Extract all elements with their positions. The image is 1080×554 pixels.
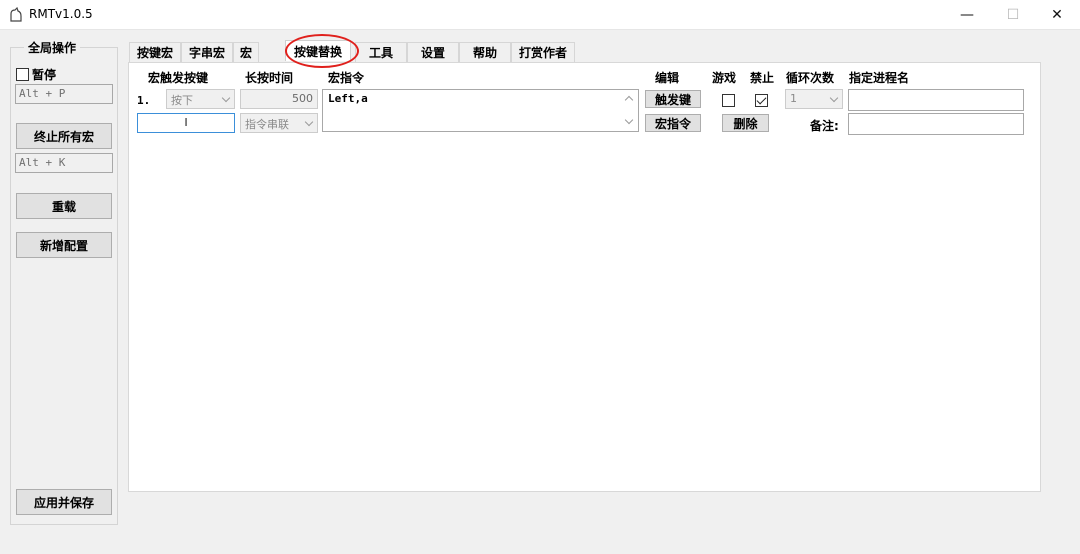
- stop-hotkey-field[interactable]: Alt + K: [15, 153, 113, 173]
- header-trigger-key: 宏触发按键: [148, 71, 209, 85]
- global-ops-panel: [10, 47, 118, 525]
- remark-label: 备注:: [810, 119, 839, 133]
- apply-and-save-button[interactable]: 应用并保存: [16, 489, 112, 515]
- command-mode-value: 指令串联: [245, 118, 289, 131]
- stop-all-macros-button[interactable]: 终止所有宏: [16, 123, 112, 149]
- trigger-mode-select[interactable]: 按下: [166, 89, 235, 109]
- chevron-down-icon: [221, 93, 231, 103]
- scroll-down-icon[interactable]: [624, 115, 634, 125]
- reload-button[interactable]: 重载: [16, 193, 112, 219]
- game-checkbox[interactable]: [722, 94, 735, 107]
- macro-command-button[interactable]: 宏指令: [645, 114, 701, 132]
- tab-tools[interactable]: 工具: [355, 42, 407, 62]
- pause-checkbox-row[interactable]: 暂停: [16, 66, 56, 83]
- loop-count-select[interactable]: 1: [785, 89, 843, 109]
- close-button[interactable]: ✕: [1034, 0, 1080, 30]
- disable-checkbox[interactable]: [755, 94, 768, 107]
- title-bar: RMTv1.0.5 — ☐ ✕: [0, 0, 1080, 30]
- header-macro-command: 宏指令: [328, 71, 365, 85]
- trigger-mode-value: 按下: [171, 94, 193, 107]
- tab-donate[interactable]: 打赏作者: [511, 42, 575, 62]
- pause-hotkey-field[interactable]: Alt + P: [15, 84, 113, 104]
- tab-string-macro[interactable]: 字串宏: [181, 42, 233, 62]
- header-edit: 编辑: [655, 71, 680, 85]
- header-process-name: 指定进程名: [849, 71, 910, 85]
- pause-label: 暂停: [32, 68, 57, 82]
- delete-button[interactable]: 删除: [722, 114, 769, 132]
- header-game: 游戏: [712, 71, 737, 85]
- chevron-down-icon: [829, 93, 839, 103]
- hold-time-input[interactable]: 500: [240, 89, 318, 109]
- macro-command-textarea[interactable]: Left,a: [322, 89, 639, 132]
- tab-key-macro[interactable]: 按键宏: [129, 42, 181, 62]
- loop-count-value: 1: [790, 92, 797, 105]
- trigger-key-button[interactable]: 触发键: [645, 90, 701, 108]
- trigger-key-input[interactable]: l: [137, 113, 235, 133]
- row-index: 1.: [137, 94, 151, 107]
- minimize-button[interactable]: —: [944, 0, 990, 30]
- highlight-annotation-ring: [285, 34, 359, 68]
- header-hold-time: 长按时间: [245, 71, 294, 85]
- header-loop-count: 循环次数: [786, 71, 835, 85]
- command-mode-select[interactable]: 指令串联: [240, 113, 318, 133]
- macro-command-text: Left,a: [328, 92, 368, 105]
- tab-help[interactable]: 帮助: [459, 42, 511, 62]
- process-name-input[interactable]: [848, 89, 1024, 111]
- scroll-up-icon[interactable]: [624, 95, 634, 105]
- header-disable: 禁止: [750, 71, 775, 85]
- pause-checkbox[interactable]: [16, 68, 29, 81]
- maximize-button[interactable]: ☐: [990, 0, 1036, 30]
- add-config-button[interactable]: 新增配置: [16, 232, 112, 258]
- remark-input[interactable]: [848, 113, 1024, 135]
- tab-macro[interactable]: 宏: [233, 42, 259, 62]
- tab-settings[interactable]: 设置: [407, 42, 459, 62]
- global-ops-title: 全局操作: [24, 39, 81, 56]
- chevron-down-icon: [304, 117, 314, 127]
- app-icon: [10, 7, 22, 22]
- window-title: RMTv1.0.5: [29, 7, 93, 21]
